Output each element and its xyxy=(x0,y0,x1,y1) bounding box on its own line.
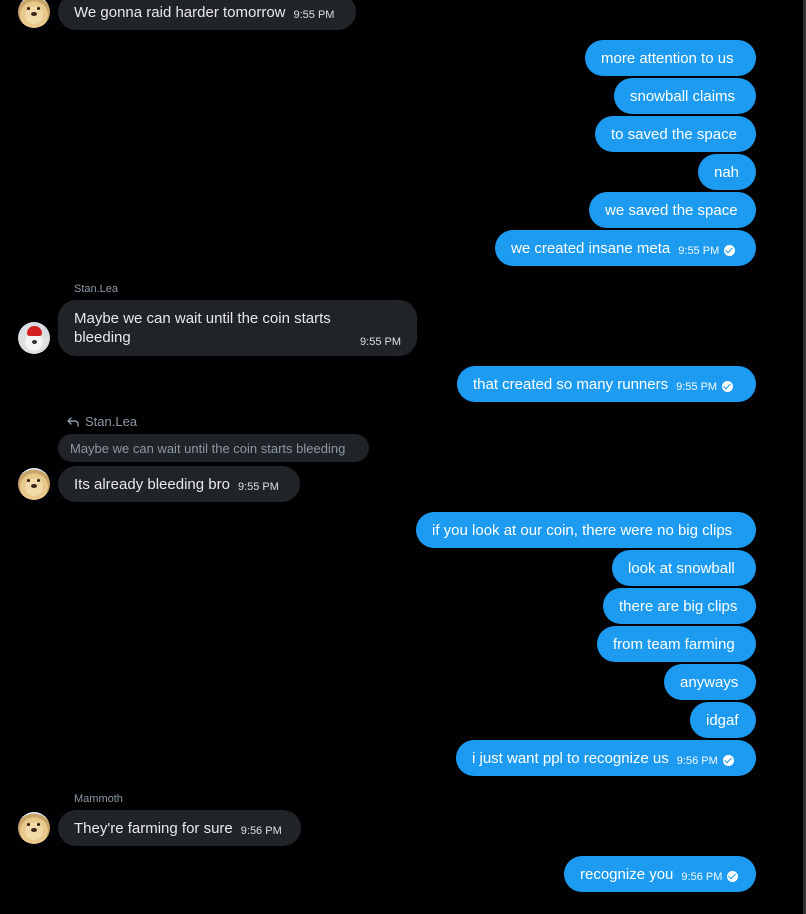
reply-arrow-icon xyxy=(67,416,79,427)
message-text: from team farming xyxy=(613,635,735,653)
message-bubble-outgoing[interactable]: we created insane meta 9:55 PM xyxy=(495,230,756,266)
message-bubble-outgoing[interactable]: look at snowball xyxy=(612,550,756,586)
message-text: recognize you xyxy=(580,865,674,883)
sender-name[interactable]: Stan.Lea xyxy=(74,283,118,295)
message-timestamp: 9:56 PM xyxy=(240,824,282,837)
message-text: snowball claims xyxy=(630,87,736,105)
message-bubble-outgoing[interactable]: recognize you 9:56 PM xyxy=(564,856,756,892)
message-bubble-incoming[interactable]: We gonna raid harder tomorrow 9:55 PM xyxy=(58,0,356,30)
message-text: to saved the space xyxy=(611,125,737,143)
dm-conversation: We gonna raid harder tomorrow 9:55 PM mo… xyxy=(0,0,806,914)
message-text: nah xyxy=(714,163,740,181)
message-text: that created so many runners xyxy=(473,375,669,393)
message-text: look at snowball xyxy=(628,559,735,577)
message-text: we created insane meta xyxy=(511,239,671,257)
message-bubble-incoming[interactable]: They're farming for sure 9:56 PM xyxy=(58,810,301,846)
message-timestamp: 9:55 PM xyxy=(237,480,279,493)
message-timestamp: 9:55 PM xyxy=(360,336,401,348)
reply-context: Stan.Lea xyxy=(66,414,137,429)
message-timestamp: 9:55 PM xyxy=(678,244,720,257)
message-bubble-incoming[interactable]: Maybe we can wait until the coin starts … xyxy=(58,300,417,356)
message-timestamp: 9:55 PM xyxy=(293,8,335,21)
message-text: We gonna raid harder tomorrow xyxy=(74,3,286,21)
message-text: They're farming for sure xyxy=(74,819,233,837)
reply-to-name: Stan.Lea xyxy=(85,414,138,429)
message-bubble-outgoing[interactable]: anyways xyxy=(664,664,756,700)
message-bubble-outgoing[interactable]: that created so many runners 9:55 PM xyxy=(457,366,756,402)
message-timestamp: 9:55 PM xyxy=(676,380,718,393)
message-bubble-outgoing[interactable]: to saved the space xyxy=(595,116,756,152)
avatar[interactable] xyxy=(18,468,50,500)
message-bubble-outgoing[interactable]: we saved the space xyxy=(589,192,756,228)
message-text-line: Maybe we can wait until the coin starts xyxy=(74,310,331,327)
message-text: more attention to us xyxy=(601,49,734,67)
message-text: i just want ppl to recognize us xyxy=(472,749,669,767)
message-bubble-outgoing[interactable]: nah xyxy=(698,154,756,190)
message-text: if you look at our coin, there were no b… xyxy=(432,521,733,539)
quoted-message[interactable]: Maybe we can wait until the coin starts … xyxy=(58,434,369,462)
message-text: there are big clips xyxy=(619,597,738,615)
message-timestamp: 9:56 PM xyxy=(676,754,718,767)
message-timestamp: 9:56 PM xyxy=(681,870,723,883)
message-text: idgaf xyxy=(706,711,739,729)
avatar[interactable] xyxy=(18,812,50,844)
check-circle-icon xyxy=(722,755,734,766)
message-bubble-outgoing[interactable]: more attention to us xyxy=(585,40,756,76)
check-circle-icon xyxy=(724,245,736,256)
message-text: Its already bleeding bro xyxy=(74,475,230,493)
message-bubble-outgoing[interactable]: if you look at our coin, there were no b… xyxy=(416,512,756,548)
message-bubble-outgoing[interactable]: from team farming xyxy=(597,626,756,662)
message-bubble-outgoing[interactable]: snowball claims xyxy=(614,78,756,114)
avatar[interactable] xyxy=(18,322,50,354)
check-circle-icon xyxy=(727,871,739,882)
avatar[interactable] xyxy=(18,0,50,28)
message-bubble-outgoing[interactable]: idgaf xyxy=(690,702,756,738)
message-text-line: bleeding xyxy=(74,329,131,346)
message-bubble-outgoing[interactable]: i just want ppl to recognize us 9:56 PM xyxy=(456,740,756,776)
message-bubble-outgoing[interactable]: there are big clips xyxy=(603,588,756,624)
check-circle-icon xyxy=(722,381,734,392)
message-bubble-incoming[interactable]: Its already bleeding bro 9:55 PM xyxy=(58,466,300,502)
sender-name[interactable]: Mammoth xyxy=(74,793,123,805)
message-text: anyways xyxy=(680,673,739,691)
message-text: we saved the space xyxy=(605,201,738,219)
